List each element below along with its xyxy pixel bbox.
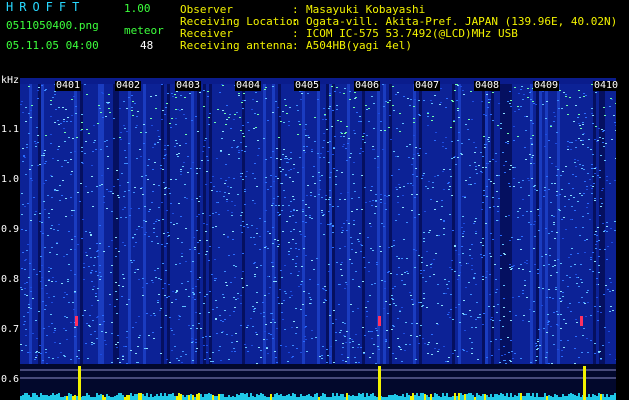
spectrogram: [20, 78, 616, 400]
y-tick-label: 0.8: [1, 274, 20, 285]
antenna-colon: :: [292, 39, 299, 52]
file-name: 0511050400.png: [6, 19, 99, 32]
meteor-count: 48: [140, 39, 154, 52]
time-tick-label: 0402: [115, 80, 142, 91]
time-tick-label: 0405: [294, 80, 321, 91]
app-name: HROFFT: [6, 0, 86, 14]
time-tick-label: 0403: [175, 80, 202, 91]
time-tick-label: 0410: [593, 80, 620, 91]
app-version: 1.00: [124, 2, 151, 15]
time-tick-label: 0404: [235, 80, 262, 91]
antenna-value: A504HB(yagi 4el): [306, 39, 412, 52]
axis-unit: kHz: [1, 75, 20, 86]
time-tick-label: 0401: [55, 80, 82, 91]
y-tick-label: 1.1: [1, 124, 20, 135]
y-tick-label: 0.6: [1, 374, 20, 385]
antenna-label: Receiving antenna: [180, 39, 293, 52]
y-tick-label: 0.9: [1, 224, 20, 235]
mode-label: meteor: [124, 24, 164, 37]
time-tick-label: 0409: [533, 80, 560, 91]
y-tick-label: 0.7: [1, 324, 20, 335]
time-tick-label: 0406: [354, 80, 381, 91]
spectrogram-canvas: [20, 78, 616, 400]
y-tick-label: 1.0: [1, 174, 20, 185]
time-tick-label: 0408: [474, 80, 501, 91]
time-tick-label: 0407: [414, 80, 441, 91]
file-datetime: 05.11.05 04:00: [6, 39, 99, 52]
hrofft-window: HROFFT 1.00 0511050400.png meteor 05.11.…: [0, 0, 629, 400]
